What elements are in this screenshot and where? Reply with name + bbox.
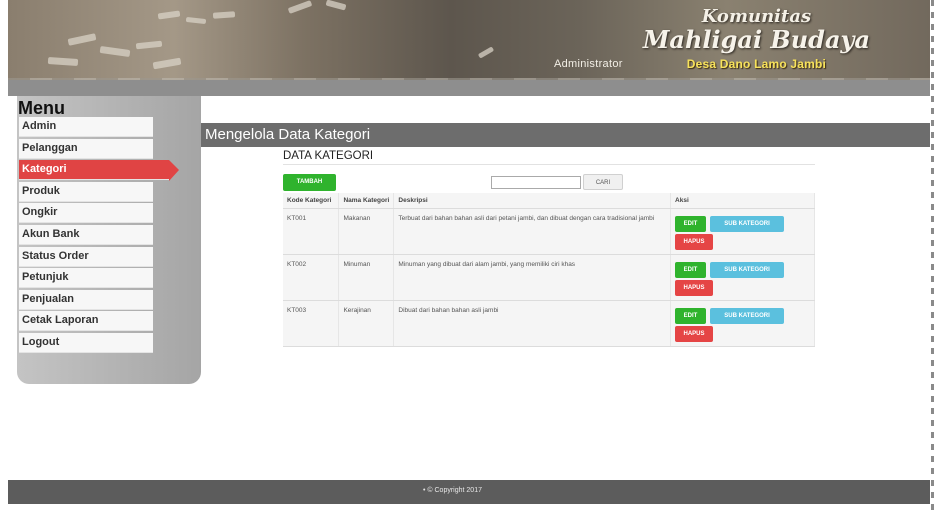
banner-decoration bbox=[152, 57, 182, 70]
sidebar-item-penjualan[interactable]: Penjualan bbox=[19, 289, 153, 310]
cell-kode: KT001 bbox=[283, 208, 340, 255]
cell-deskripsi: Dibuat dari bahan bahan asli jambi bbox=[393, 300, 672, 347]
banner-decoration bbox=[325, 0, 347, 11]
table-row: KT001 Makanan Terbuat dari bahan bahan a… bbox=[283, 208, 815, 255]
user-role-label: Administrator bbox=[554, 58, 623, 70]
cell-nama: Minuman bbox=[338, 254, 395, 301]
sidebar-item-cetak-laporan[interactable]: Cetak Laporan bbox=[19, 311, 153, 332]
banner-decoration bbox=[157, 10, 181, 20]
column-header-deskripsi: Deskripsi bbox=[393, 193, 672, 209]
search-button[interactable]: CARI bbox=[583, 174, 623, 190]
cell-deskripsi: Terbuat dari bahan bahan asli dari petan… bbox=[393, 208, 672, 255]
table-header-row: Kode Kategori Nama Kategori Deskripsi Ak… bbox=[283, 193, 815, 209]
cell-kode: KT002 bbox=[283, 254, 340, 301]
search-input[interactable] bbox=[491, 176, 581, 189]
cell-nama: Makanan bbox=[338, 208, 395, 255]
brand-line-2: Mahligai Budaya bbox=[642, 25, 870, 54]
banner-decoration bbox=[212, 11, 236, 19]
sidebar-title: Menu bbox=[18, 98, 65, 118]
action-group: EDIT SUB KATEGORI bbox=[675, 262, 812, 278]
banner-decoration bbox=[287, 0, 313, 14]
sidebar-item-akun-bank[interactable]: Akun Bank bbox=[19, 224, 153, 245]
section-title: DATA KATEGORI bbox=[283, 150, 374, 162]
banner-decoration bbox=[67, 33, 97, 46]
sub-category-button[interactable]: SUB KATEGORI bbox=[710, 308, 785, 324]
sidebar-item-petunjuk[interactable]: Petunjuk bbox=[19, 268, 153, 289]
page-title: Mengelola Data Kategori bbox=[205, 126, 371, 143]
cell-aksi: EDIT SUB KATEGORI HAPUS bbox=[670, 300, 815, 347]
action-group: EDIT SUB KATEGORI bbox=[675, 216, 812, 232]
edit-button[interactable]: EDIT bbox=[675, 308, 707, 324]
sub-category-button[interactable]: SUB KATEGORI bbox=[710, 216, 785, 232]
column-header-nama: Nama Kategori bbox=[338, 193, 395, 209]
header-banner: Administrator Komunitas Mahligai Budaya … bbox=[8, 0, 930, 92]
add-button[interactable]: TAMBAH bbox=[283, 174, 336, 191]
copyright-text: • © Copyright 2017 bbox=[423, 487, 482, 494]
cell-aksi: EDIT SUB KATEGORI HAPUS bbox=[670, 208, 815, 255]
delete-button[interactable]: HAPUS bbox=[675, 234, 714, 250]
action-group: EDIT SUB KATEGORI bbox=[675, 308, 812, 324]
banner-decoration bbox=[47, 56, 79, 67]
sidebar-item-admin[interactable]: Admin bbox=[19, 117, 153, 137]
category-table: Kode Kategori Nama Kategori Deskripsi Ak… bbox=[283, 193, 815, 347]
sidebar-item-logout[interactable]: Logout bbox=[19, 332, 153, 353]
cell-deskripsi: Minuman yang dibuat dari alam jambi, yan… bbox=[393, 254, 672, 301]
sub-category-button[interactable]: SUB KATEGORI bbox=[710, 262, 785, 278]
cell-nama: Kerajinan bbox=[338, 300, 395, 347]
table-row: KT003 Kerajinan Dibuat dari bahan bahan … bbox=[283, 300, 815, 347]
section-divider bbox=[283, 164, 815, 165]
banner-decoration bbox=[185, 16, 207, 25]
edit-button[interactable]: EDIT bbox=[675, 262, 707, 278]
banner-decoration bbox=[99, 45, 131, 58]
sidebar-item-ongkir[interactable]: Ongkir bbox=[19, 203, 153, 224]
sidebar-item-produk[interactable]: Produk bbox=[19, 181, 153, 202]
brand-line-1: Komunitas bbox=[701, 6, 812, 27]
edit-button[interactable]: EDIT bbox=[675, 216, 707, 232]
cell-aksi: EDIT SUB KATEGORI HAPUS bbox=[670, 254, 815, 301]
banner-decoration bbox=[477, 46, 495, 59]
brand-logo: Komunitas Mahligai Budaya Desa Dano Lamo… bbox=[643, 6, 870, 72]
cell-kode: KT003 bbox=[283, 300, 340, 347]
header-divider bbox=[8, 80, 930, 96]
banner-decoration bbox=[135, 40, 163, 50]
sidebar-menu: Admin Pelanggan Kategori Produk Ongkir A… bbox=[19, 117, 179, 355]
sidebar-item-kategori[interactable]: Kategori bbox=[19, 160, 179, 182]
sidebar-item-pelanggan[interactable]: Pelanggan bbox=[19, 138, 153, 159]
column-header-aksi: Aksi bbox=[670, 193, 815, 209]
brand-line-3: Desa Dano Lamo Jambi bbox=[686, 57, 827, 71]
table-row: KT002 Minuman Minuman yang dibuat dari a… bbox=[283, 254, 815, 301]
delete-button[interactable]: HAPUS bbox=[675, 326, 714, 342]
delete-button[interactable]: HAPUS bbox=[675, 280, 714, 296]
sidebar-item-status-order[interactable]: Status Order bbox=[19, 246, 153, 267]
column-header-kode: Kode Kategori bbox=[283, 193, 340, 209]
